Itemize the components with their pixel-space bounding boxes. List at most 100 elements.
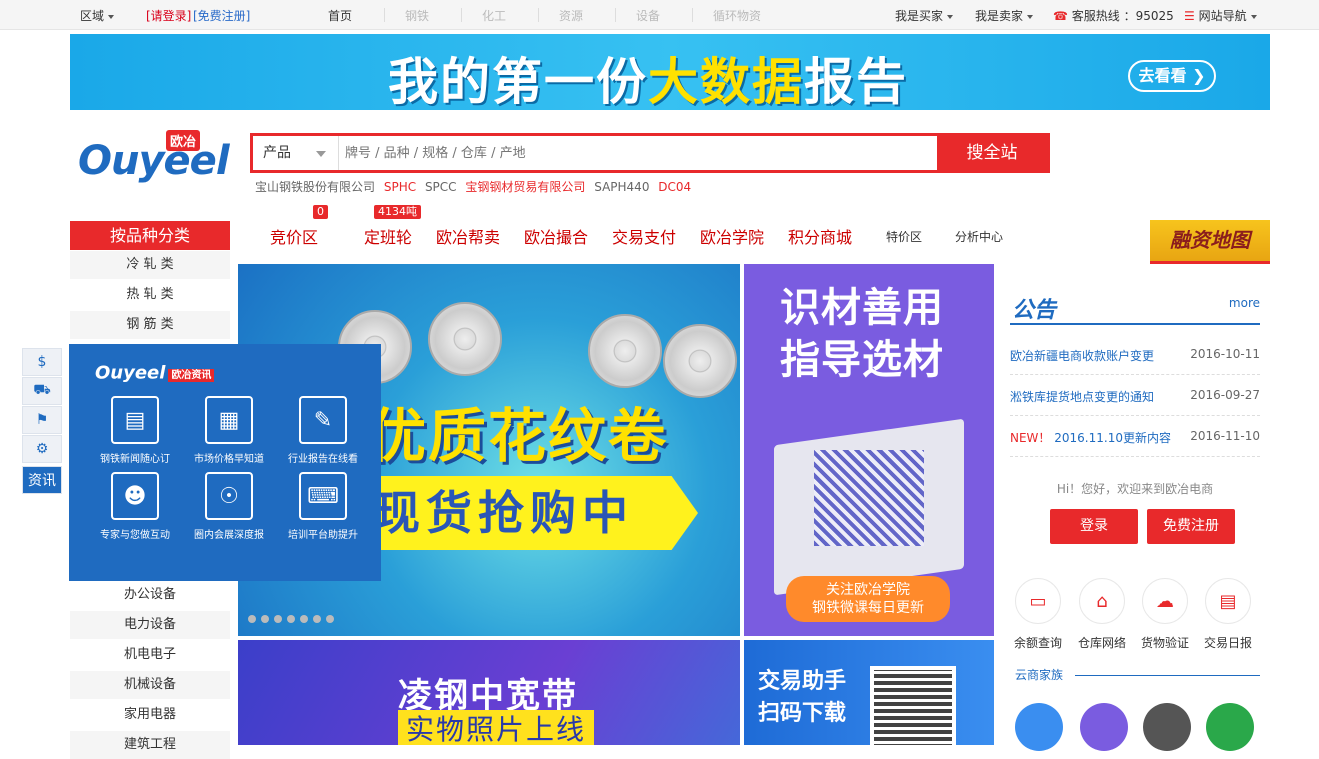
nav-payment[interactable]: 交易支付 [612,224,676,248]
notice-item[interactable]: 欧冶新疆电商收款账户变更 2016-10-11 [1010,335,1260,375]
popup-item-report[interactable]: ✎ 行业报告在线看 [275,396,371,465]
notice-item[interactable]: NEW！ 2016.11.10更新内容 2016-11-10 [1010,417,1260,457]
circuit-icon[interactable] [1206,703,1254,751]
app-download-banner[interactable]: 交易助手 扫码下载 [744,640,994,745]
warehouse-icon: ⌂ [1079,578,1125,624]
money-icon[interactable]: $ [22,348,62,376]
cloud-family-title: 云商家族 [1015,666,1260,683]
notice-item[interactable]: 淞铁库提货地点变更的通知 2016-09-27 [1010,376,1260,416]
nav-analysis[interactable]: 分析中心 [955,228,1003,245]
category-item[interactable]: 电力设备 [70,611,230,639]
login-button[interactable]: 登录 [1050,509,1138,544]
chevron-down-icon [316,151,326,157]
news-popup: Ouyeel 欧冶资讯 ▤ 钢铁新闻随心订 ▦ 市场价格早知道 ✎ 行业报告在线看 ☻ 专… [69,344,381,581]
card-icon: ▭ [1015,578,1061,624]
academy-promo[interactable]: 识材善用 指导选材 关注欧冶学院 钢铁微课每日更新 [744,264,994,636]
trade-daily[interactable]: ▤ 交易日报 [1198,578,1258,651]
finance-map-button[interactable]: 融资地图 [1150,220,1270,264]
nav-special-price[interactable]: 特价区 [886,228,922,245]
hotword[interactable]: SAPH440 [594,180,649,194]
popup-item-price[interactable]: ▦ 市场价格早知道 [181,396,277,465]
top-ad-banner[interactable]: 我的第一份大数据报告 去看看 ❯ [70,34,1270,110]
search-category-select[interactable]: 产品 [253,136,339,170]
popup-item-training[interactable]: ⌨ 培训平台助提升 [275,472,371,541]
site-nav-menu[interactable]: ☰ 网站导航 [1184,7,1257,24]
nav-steel[interactable]: 钢铁 [405,7,429,24]
popup-logo: Ouyeel 欧冶资讯 [95,362,215,384]
nav-bidding[interactable]: 竞价区 [270,224,318,248]
banner-go-button[interactable]: 去看看 ❯ [1128,60,1216,92]
register-button[interactable]: 免费注册 [1147,509,1235,544]
hero-subtitle: 现货抢购中 [368,476,698,550]
goods-verify[interactable]: ☁ 货物验证 [1135,578,1195,651]
balance-query[interactable]: ▭ 余额查询 [1008,578,1068,651]
laptop-user-icon: ⌨ [299,472,347,520]
category-item[interactable]: 机械设备 [70,671,230,699]
welcome-text: Hi！您好，欢迎来到欧冶电商 [1056,482,1214,496]
tablet-icon: ▦ [205,396,253,444]
category-item[interactable]: 机电电子 [70,641,230,669]
banner-headline: 我的第一份大数据报告 [388,53,908,110]
news-tab[interactable]: 资讯 [22,466,62,494]
factory-icon[interactable]: ⚑ [22,406,62,434]
floating-sidebar: $ ⛟ ⚑ ⚙ 资讯 [22,344,62,494]
nav-matching[interactable]: 欧冶撮合 [524,224,588,248]
liner-tonnage-badge: 4134吨 [374,205,421,219]
hotword[interactable]: SPHC [384,180,416,194]
buyer-menu[interactable]: 我是买家 [895,7,954,24]
nav-points-mall[interactable]: 积分商城 [788,224,852,248]
nav-resource[interactable]: 资源 [559,7,583,24]
hero-title: 优质花纹卷 [368,402,669,470]
nav-recycle[interactable]: 循环物资 [713,7,761,24]
gear-icon[interactable] [1143,703,1191,751]
site-logo[interactable]: Ouyeel 欧冶 [78,130,230,184]
popup-item-expert[interactable]: ☻ 专家与您做互动 [87,472,183,541]
book-icon: ▤ [1205,578,1251,624]
popup-item-news[interactable]: ▤ 钢铁新闻随心订 [87,396,183,465]
seller-menu[interactable]: 我是卖家 [975,7,1034,24]
category-item[interactable]: 热 轧 类 [70,281,230,309]
nav-equipment[interactable]: 设备 [636,7,660,24]
truck-icon[interactable]: ⛟ [22,377,62,405]
nav-chemical[interactable]: 化工 [482,7,506,24]
hotword[interactable]: 宝山钢铁股份有限公司 [255,180,375,194]
register-link[interactable]: [免费注册] [193,7,250,24]
category-item[interactable]: 冷 轧 类 [70,251,230,279]
search-input[interactable] [341,136,935,170]
qr-code-icon [870,666,956,745]
plane-icon[interactable] [1015,703,1063,751]
nav-academy[interactable]: 欧冶学院 [700,224,764,248]
notice-more-link[interactable]: more [1229,296,1260,310]
list-icon: ☰ [1184,9,1195,23]
category-title: 按品种分类 [70,221,230,250]
nav-help-sell[interactable]: 欧冶帮卖 [436,224,500,248]
login-link[interactable]: [请登录] [146,7,191,24]
category-item[interactable]: 钢 筋 类 [70,311,230,339]
nav-liner[interactable]: 定班轮 [364,224,412,248]
hotword[interactable]: DC04 [658,180,691,194]
top-bar: 区域 [请登录] [免费注册] 首页 钢铁 化工 资源 设备 循环物资 我是买家… [0,0,1319,30]
qr-code-icon [814,450,924,546]
popup-item-exhibition[interactable]: ☉ 圈内会展深度报 [181,472,277,541]
category-item[interactable]: 建筑工程 [70,731,230,759]
hotword[interactable]: 宝钢钢材贸易有限公司 [465,180,585,194]
region-selector[interactable]: 区域 [80,7,115,24]
hot-keywords: 宝山钢铁股份有限公司 SPHC SPCC 宝钢钢材贸易有限公司 SAPH440 … [255,178,696,195]
cloud-icon: ☁ [1142,578,1188,624]
category-item[interactable]: 办公设备 [70,581,230,609]
hotline: ☎ 客服热线 ：95025 [1053,9,1174,23]
nav-home[interactable]: 首页 [328,7,352,24]
carousel-dots[interactable] [248,612,339,626]
search-bar: 产品 搜全站 [250,133,1050,173]
newspaper-icon: ▤ [111,396,159,444]
bidding-count-badge: 0 [313,205,328,219]
coin-icon[interactable] [1080,703,1128,751]
warehouse-network[interactable]: ⌂ 仓库网络 [1072,578,1132,651]
report-edit-icon: ✎ [299,396,347,444]
headset-icon: ☎ [1053,9,1068,23]
search-button[interactable]: 搜全站 [937,136,1047,170]
category-item[interactable]: 家用电器 [70,701,230,729]
lingang-banner[interactable]: 凌钢中宽带 实物照片上线 [238,640,740,745]
gears-icon[interactable]: ⚙ [22,435,62,463]
hotword[interactable]: SPCC [425,180,457,194]
